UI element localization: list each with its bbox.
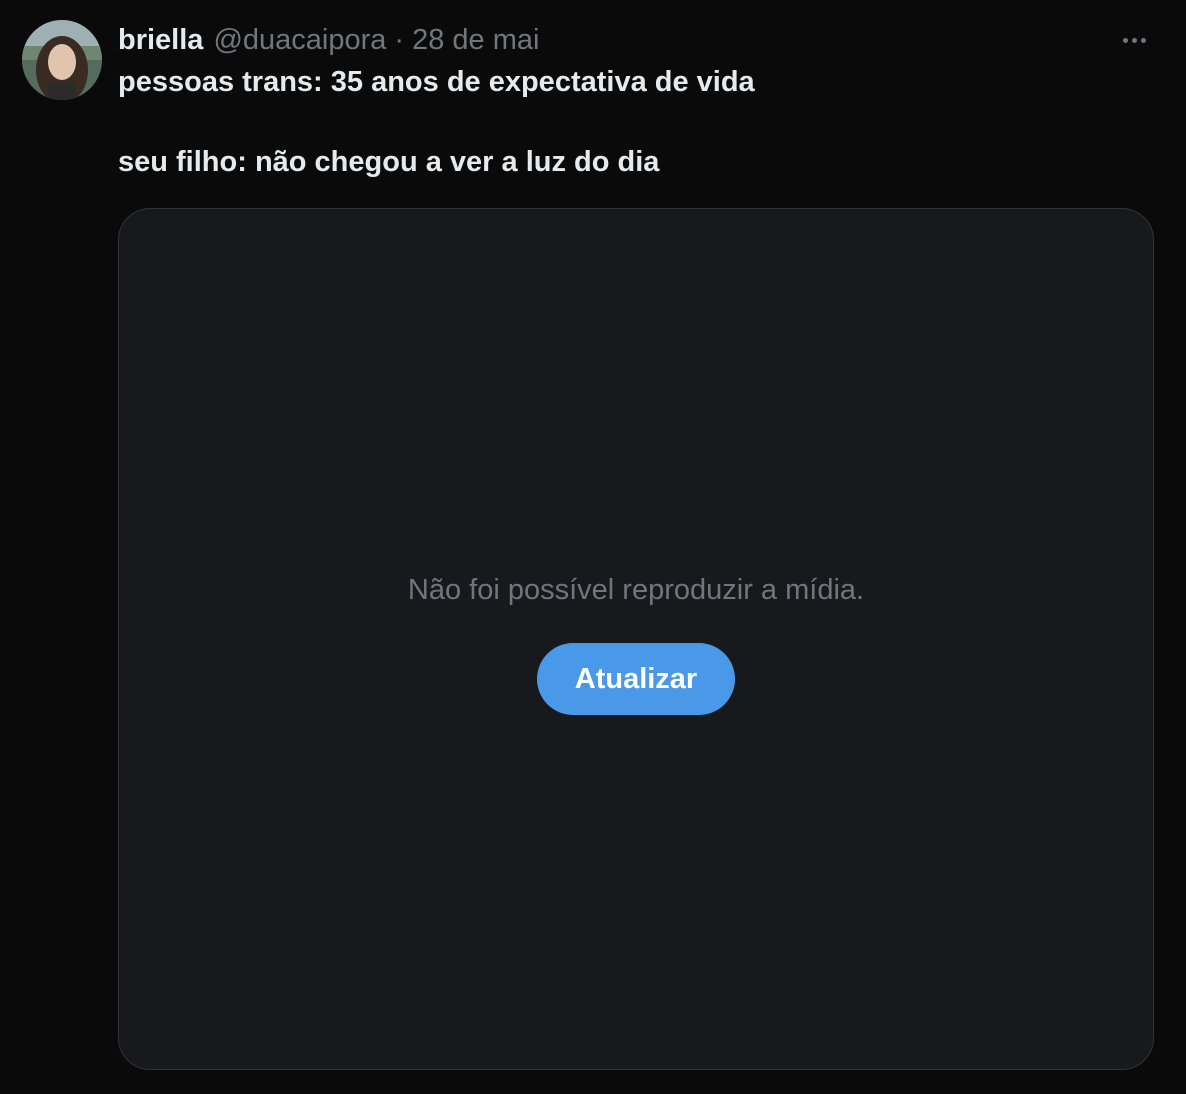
timestamp[interactable]: 28 de mai — [412, 22, 539, 58]
separator-dot: · — [394, 24, 405, 56]
refresh-button[interactable]: Atualizar — [537, 643, 735, 715]
tweet-text-line: pessoas trans: 35 anos de expectativa de… — [118, 66, 755, 98]
more-horizontal-icon — [1122, 37, 1128, 43]
more-options-button[interactable] — [1110, 22, 1158, 58]
line-break — [118, 102, 1148, 142]
more-dot — [1131, 37, 1137, 43]
avatar-image — [22, 20, 102, 100]
tweet-text: pessoas trans: 35 anos de expectativa de… — [118, 62, 1148, 182]
tweet-text-line: seu filho: não chegou a ver a luz do dia — [118, 146, 660, 178]
user-handle[interactable]: @duacaipora — [213, 22, 386, 58]
tweet-header: briella @duacaipora · 28 de mai — [118, 22, 539, 58]
media-error-message: Não foi possível reproduzir a mídia. — [407, 574, 865, 606]
media-container[interactable]: Não foi possível reproduzir a mídia. Atu… — [118, 208, 1154, 1070]
more-dot — [1140, 37, 1146, 43]
display-name[interactable]: briella — [118, 22, 203, 58]
tweet: briella @duacaipora · 28 de mai pessoas … — [0, 0, 1186, 1094]
avatar[interactable] — [22, 20, 102, 100]
